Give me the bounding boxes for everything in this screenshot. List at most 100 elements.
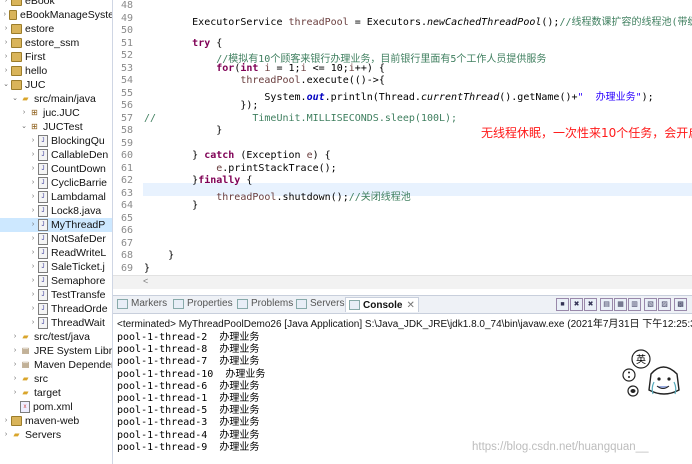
close-tab-icon[interactable]: ✕ [406,300,414,311]
explorer-item[interactable]: ⌄ ⊞ JUCTest [0,120,112,134]
chevron-right-icon[interactable]: › [11,358,19,372]
chevron-right-icon[interactable]: › [2,0,10,8]
clear-console-icon[interactable]: ▤ [600,298,613,311]
code-editor[interactable]: 48 49 50 51 52 53 54 55 56 57 58 59 60 61 62 63 64 65 66 67… [113,0,692,288]
explorer-item[interactable]: › J Semaphore [0,274,112,288]
remove-all-icon[interactable]: ✖ [584,298,597,311]
explorer-item[interactable]: ⌄ ▰ src/main/java [0,92,112,106]
display-console-icon[interactable]: ▨ [658,298,671,311]
explorer-item[interactable]: › J CyclicBarrie [0,176,112,190]
chevron-right-icon[interactable]: › [29,302,37,316]
chevron-right-icon[interactable]: › [2,8,8,22]
explorer-item-label: Servers [25,429,62,441]
explorer-item[interactable]: › J NotSafeDer [0,232,112,246]
chevron-right-icon[interactable]: › [29,288,37,302]
explorer-item[interactable]: › eBookManageSyste [0,8,112,22]
chevron-right-icon[interactable]: › [11,344,19,358]
explorer-item[interactable]: › ▰ src/test/java [0,330,112,344]
word-wrap-icon[interactable]: ▥ [628,298,641,311]
chevron-right-icon[interactable]: › [29,218,37,232]
explorer-item-label: Lock8.java [51,205,102,217]
open-console-icon[interactable]: ▩ [674,298,687,311]
explorer-item[interactable]: › ▰ Servers [0,428,112,442]
line-number: 52 [121,50,134,61]
tab-problems[interactable]: Problems [237,298,293,309]
chevron-right-icon[interactable]: › [29,148,37,162]
explorer-item[interactable]: › estore [0,22,112,36]
pin-console-icon[interactable]: ▧ [644,298,657,311]
chevron-down-icon[interactable]: ⌄ [2,78,10,92]
editor-horizontal-scrollbar[interactable]: < [113,275,692,289]
chevron-right-icon[interactable]: › [2,36,10,50]
chevron-right-icon[interactable]: › [29,274,37,288]
scroll-lock-icon[interactable]: ▦ [614,298,627,311]
chevron-right-icon[interactable]: › [2,22,10,36]
chevron-right-icon[interactable]: › [2,414,10,428]
explorer-item[interactable]: › J MyThreadP [0,218,112,232]
proj-icon [11,0,22,6]
xml-icon: x [20,401,30,413]
explorer-item[interactable]: › J Lambdamal [0,190,112,204]
explorer-item[interactable]: › J CountDown [0,162,112,176]
chevron-right-icon[interactable]: › [2,428,10,442]
explorer-item[interactable]: › hello [0,64,112,78]
explorer-item[interactable]: › J SaleTicket.j [0,260,112,274]
chevron-down-icon[interactable]: ⌄ [11,92,19,106]
explorer-item-label: JUC [25,79,46,91]
line-number: 63 [121,187,134,199]
chevron-down-icon[interactable]: ⌄ [20,120,28,134]
code-token: (); [541,16,560,28]
chevron-right-icon[interactable]: › [29,190,37,204]
chevron-right-icon[interactable]: › [2,50,10,64]
chevron-right-icon[interactable]: › [2,64,10,78]
chevron-right-icon[interactable]: › [20,106,28,120]
explorer-item[interactable]: › J ThreadWait [0,316,112,330]
explorer-item[interactable]: › ▰ src [0,372,112,386]
chevron-right-icon[interactable]: › [29,316,37,330]
terminate-icon[interactable]: ■ [556,298,569,311]
chevron-right-icon[interactable]: › [11,372,19,386]
remove-launch-icon[interactable]: ✖ [570,298,583,311]
line-number: 66 [121,225,134,236]
tab-servers[interactable]: Servers [296,298,344,309]
explorer-item[interactable]: › eBook [0,0,112,8]
chevron-right-icon[interactable]: › [29,134,37,148]
explorer-item[interactable]: › J Lock8.java [0,204,112,218]
explorer-item[interactable]: › ▤ Maven Depender [0,358,112,372]
console-tab-bar: Markers Properties Problems Servers Cons… [113,295,692,314]
chevron-right-icon[interactable]: › [11,330,19,344]
tab-properties[interactable]: Properties [173,298,233,309]
explorer-item[interactable]: › maven-web [0,414,112,428]
chevron-right-icon[interactable]: › [11,386,19,400]
explorer-item-label: pom.xml [33,401,73,413]
chevron-right-icon[interactable]: › [29,246,37,260]
chevron-right-icon[interactable]: › [29,260,37,274]
code-line: e.printStackTrace(); [144,163,336,174]
tab-console[interactable]: Console ✕ [345,297,419,312]
tab-markers[interactable]: Markers [117,298,167,309]
explorer-item[interactable]: › ⊞ juc.JUC [0,106,112,120]
explorer-item-label: ThreadOrde [51,303,108,315]
code-token: threadPool [288,16,349,28]
explorer-item[interactable]: › J ThreadOrde [0,302,112,316]
chevron-right-icon[interactable]: › [29,232,37,246]
explorer-item-label: target [34,387,61,399]
explorer-item[interactable]: ⌄ JUC [0,78,112,92]
explorer-item[interactable]: › J BlockingQu [0,134,112,148]
java-icon: J [38,191,48,203]
chevron-right-icon[interactable]: › [29,204,37,218]
code-token: } [144,175,199,186]
explorer-item[interactable]: › ▤ JRE System Libra [0,344,112,358]
explorer-item[interactable]: › J TestTransfe [0,288,112,302]
explorer-item[interactable]: › J CallableDen [0,148,112,162]
chevron-right-icon[interactable]: › [29,162,37,176]
explorer-item[interactable]: › estore_ssm [0,36,112,50]
chevron-right-icon[interactable]: › [29,176,37,190]
explorer-item[interactable]: › ▰ target [0,386,112,400]
explorer-item[interactable]: x pom.xml [0,400,112,414]
explorer-item[interactable]: › J ReadWriteL [0,246,112,260]
red-annotation-text: 无线程休眠，一次性来10个任务，会开启十个线程去执行 [481,126,692,140]
explorer-item[interactable]: › First [0,50,112,64]
scroll-left-icon[interactable]: < [143,276,148,286]
